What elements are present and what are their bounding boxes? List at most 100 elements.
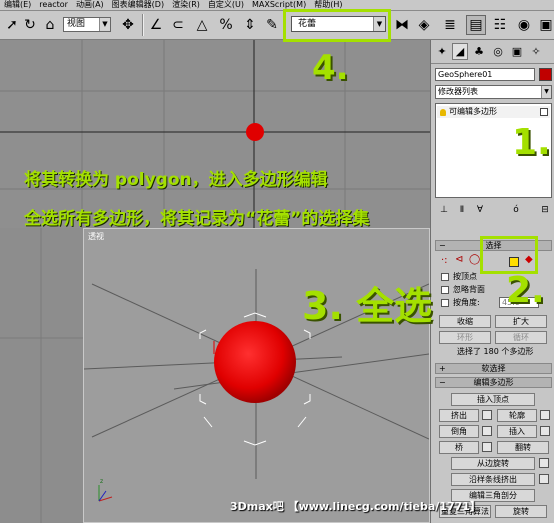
selection-status-text: 选择了 180 个多边形 bbox=[457, 347, 534, 356]
extrude-spline-settings-button[interactable] bbox=[539, 474, 549, 484]
angle-snap-icon[interactable]: ∠ bbox=[146, 15, 166, 35]
undo-icon[interactable]: ↻ bbox=[20, 15, 40, 35]
top-viewport[interactable] bbox=[0, 40, 430, 228]
step-3-annotation: 3. 全选 bbox=[302, 284, 433, 328]
ring-button[interactable]: 环形 bbox=[439, 331, 491, 344]
by-angle-label: 按角度: bbox=[453, 298, 480, 307]
outline-settings-button[interactable] bbox=[540, 410, 550, 420]
watermark: 3Dmax吧 【www.linecg.com/tieba/1771】 bbox=[230, 500, 481, 513]
angle-snap-icon-2[interactable]: △ bbox=[192, 15, 212, 35]
configure-modifier-sets-icon[interactable]: ⊟ bbox=[538, 203, 552, 217]
by-angle-checkbox[interactable] bbox=[441, 299, 449, 307]
loop-button[interactable]: 循环 bbox=[495, 331, 547, 344]
stack-tools: ⊥ Ⅱ ∀ ó ⊟ bbox=[435, 203, 552, 219]
select-object-icon[interactable]: ⌂ bbox=[40, 15, 60, 35]
menu-graph-editors[interactable]: 图表编辑器(D) bbox=[108, 0, 168, 10]
viewport-label[interactable]: 透视 bbox=[88, 231, 104, 242]
toolbar-separator bbox=[142, 14, 144, 36]
menu-reactor[interactable]: reactor bbox=[35, 0, 72, 10]
top-viewport-grid bbox=[0, 40, 430, 228]
menu-edit[interactable]: 编辑(E) bbox=[0, 0, 35, 10]
stack-item-label: 可编辑多边形 bbox=[449, 107, 497, 116]
schematic-icon[interactable]: ☷ bbox=[490, 15, 510, 35]
by-vertex-checkbox[interactable] bbox=[441, 273, 449, 281]
spinner-snap-icon[interactable]: ⇕ bbox=[240, 15, 260, 35]
material-editor-icon[interactable]: ◉ bbox=[514, 15, 534, 35]
hierarchy-tab-icon[interactable]: ♣ bbox=[471, 43, 487, 60]
edit-polygons-title: 编辑多边形 bbox=[473, 378, 514, 387]
inset-settings-button[interactable] bbox=[540, 426, 550, 436]
modify-tab-icon[interactable]: ◢ bbox=[452, 43, 468, 60]
insert-vertex-button[interactable]: 插入顶点 bbox=[451, 393, 535, 406]
object-color-swatch[interactable] bbox=[539, 68, 552, 81]
modifier-list-select[interactable]: 修改器列表 ▼ bbox=[435, 85, 552, 99]
instruction-line-1: 将其转换为 polygon，进入多边形编辑 bbox=[24, 170, 328, 190]
ignore-backfacing-checkbox[interactable] bbox=[441, 286, 449, 294]
soft-selection-title: 软选择 bbox=[481, 364, 506, 373]
show-end-result-icon[interactable]: Ⅱ bbox=[455, 203, 469, 217]
menu-customize[interactable]: 自定义(U) bbox=[204, 0, 248, 10]
menu-animation[interactable]: 动画(A) bbox=[72, 0, 108, 10]
chevron-down-icon: ▼ bbox=[99, 18, 110, 31]
edit-polygons-rollout-header[interactable]: − 编辑多边形 bbox=[435, 377, 552, 388]
edge-mode-icon[interactable]: ⊲ bbox=[455, 255, 463, 265]
stack-item-editable-poly[interactable]: 可编辑多边形 bbox=[437, 106, 550, 118]
main-toolbar: ➚ ↻ ⌂ 视图 ▼ ✥ ∠ ⊂ △ % ⇕ ✎ 花蕾 ▼ ⧓ ◈ ≣ ▤ ☷ … bbox=[0, 11, 554, 40]
render-icon[interactable]: ▣ bbox=[536, 15, 554, 35]
percent-snap-icon[interactable]: % bbox=[216, 15, 236, 35]
step-2-annotation: 2. bbox=[506, 270, 545, 311]
collapse-icon: − bbox=[439, 241, 446, 250]
lightbulb-icon[interactable] bbox=[440, 108, 446, 116]
object-name-field[interactable]: GeoSphere01 bbox=[435, 68, 535, 81]
remove-modifier-icon[interactable]: ó bbox=[509, 203, 523, 217]
border-mode-icon[interactable]: ◯ bbox=[469, 255, 480, 265]
flip-button[interactable]: 翻转 bbox=[497, 441, 549, 454]
outline-button[interactable]: 轮廓 bbox=[497, 409, 537, 422]
soft-selection-rollout-header[interactable]: + 软选择 bbox=[435, 363, 552, 374]
grow-button[interactable]: 扩大 bbox=[495, 315, 547, 328]
left-viewport[interactable] bbox=[0, 228, 83, 523]
instruction-line-2: 全选所有多边形，将其记录为“花蕾”的选择集 bbox=[24, 209, 370, 229]
create-tab-icon[interactable]: ✦ bbox=[434, 43, 450, 60]
extrude-button[interactable]: 挤出 bbox=[439, 409, 479, 422]
axis-tripod-icon: z bbox=[98, 478, 113, 502]
stack-item-toggle[interactable] bbox=[540, 108, 548, 116]
collapse-icon: − bbox=[439, 378, 446, 387]
pin-stack-icon[interactable]: ⊥ bbox=[437, 203, 451, 217]
geosphere-perspective[interactable] bbox=[214, 321, 296, 403]
left-viewport-grid bbox=[0, 228, 83, 523]
vertex-mode-icon[interactable]: ·: bbox=[441, 256, 448, 266]
select-arrow-icon[interactable]: ➚ bbox=[2, 15, 22, 35]
bridge-button[interactable]: 桥 bbox=[439, 441, 479, 454]
hinge-from-edge-button[interactable]: 从边旋转 bbox=[451, 457, 535, 470]
make-unique-icon[interactable]: ∀ bbox=[473, 203, 487, 217]
select-move-icon[interactable]: ✥ bbox=[118, 15, 138, 35]
extrude-settings-button[interactable] bbox=[482, 410, 492, 420]
step-4-annotation: 4. bbox=[312, 48, 349, 88]
geosphere-top-view[interactable] bbox=[246, 123, 264, 141]
turn-button[interactable]: 旋转 bbox=[495, 505, 547, 518]
motion-tab-icon[interactable]: ◎ bbox=[490, 43, 506, 60]
curve-editor-icon[interactable]: ▤ bbox=[466, 15, 486, 35]
bevel-settings-button[interactable] bbox=[482, 426, 492, 436]
perspective-scene: z bbox=[84, 269, 429, 502]
utilities-tab-icon[interactable]: ✧ bbox=[528, 43, 544, 60]
layer-icon[interactable]: ≣ bbox=[440, 15, 460, 35]
hinge-settings-button[interactable] bbox=[539, 458, 549, 468]
mirror-icon[interactable]: ⧓ bbox=[392, 15, 412, 35]
display-tab-icon[interactable]: ▣ bbox=[509, 43, 525, 60]
shrink-button[interactable]: 收缩 bbox=[439, 315, 491, 328]
perspective-viewport[interactable]: 透视 z bbox=[83, 228, 430, 523]
named-selection-icon[interactable]: ✎ bbox=[262, 15, 282, 35]
selection-set-highlight bbox=[283, 9, 391, 42]
bridge-settings-button[interactable] bbox=[482, 442, 492, 452]
menu-rendering[interactable]: 渲染(R) bbox=[168, 0, 204, 10]
magnet-icon[interactable]: ⊂ bbox=[168, 15, 188, 35]
align-icon[interactable]: ◈ bbox=[414, 15, 434, 35]
reference-coordinate-select[interactable]: 视图 ▼ bbox=[63, 17, 111, 32]
reference-coordinate-value: 视图 bbox=[67, 19, 86, 29]
menu-bar: 编辑(E) reactor 动画(A) 图表编辑器(D) 渲染(R) 自定义(U… bbox=[0, 0, 554, 11]
bevel-button[interactable]: 倒角 bbox=[439, 425, 479, 438]
extrude-along-spline-button[interactable]: 沿样条线挤出 bbox=[451, 473, 535, 486]
inset-button[interactable]: 插入 bbox=[497, 425, 537, 438]
